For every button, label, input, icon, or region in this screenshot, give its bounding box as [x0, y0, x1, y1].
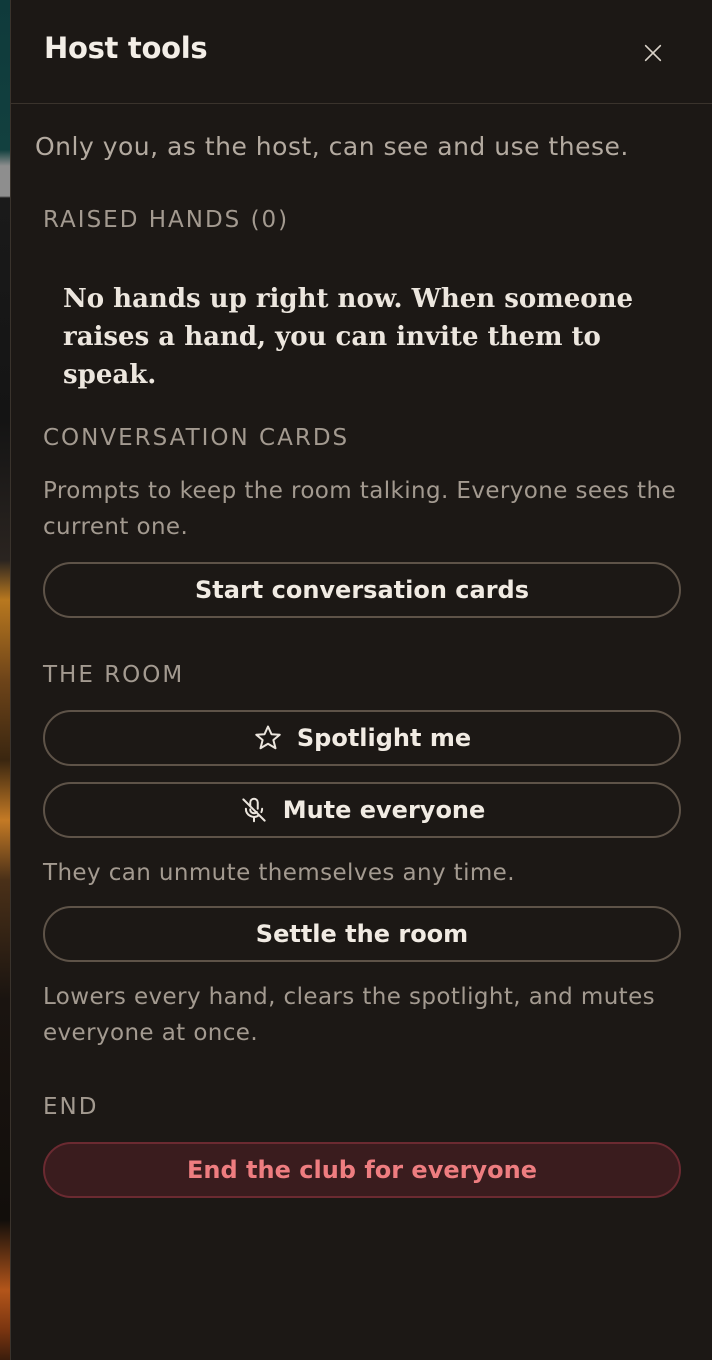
spotlight-me-button[interactable]: Spotlight me: [43, 710, 681, 766]
mute-everyone-label: Mute everyone: [282, 796, 486, 824]
start-conversation-cards-label: Start conversation cards: [194, 576, 529, 604]
raised-hands-heading: RAISED HANDS (0): [43, 207, 290, 233]
mute-note: They can unmute themselves any time.: [43, 860, 515, 886]
start-conversation-cards-button[interactable]: Start conversation cards: [43, 562, 681, 618]
background-page: [0, 0, 10, 1360]
spotlight-me-label: Spotlight me: [296, 724, 472, 752]
close-icon: [644, 44, 662, 62]
raised-hands-empty-state: No hands up right now. When someone rais…: [63, 284, 634, 390]
close-button[interactable]: [633, 33, 673, 73]
end-club-label: End the club for everyone: [187, 1156, 537, 1184]
conversation-cards-description: Prompts to keep the room talking. Everyo…: [43, 478, 676, 540]
settle-the-room-button[interactable]: Settle the room: [43, 906, 681, 962]
star-icon: [255, 725, 281, 750]
host-tools-panel: Host tools Only you, as the host, can se…: [10, 0, 712, 1360]
end-heading: END: [43, 1094, 99, 1120]
mute-everyone-button[interactable]: Mute everyone: [43, 782, 681, 838]
settle-the-room-label: Settle the room: [255, 920, 469, 948]
panel-header: Host tools: [11, 0, 712, 104]
intro-text: Only you, as the host, can see and use t…: [35, 132, 629, 161]
mic-off-icon: [242, 797, 266, 823]
end-club-button[interactable]: End the club for everyone: [43, 1142, 681, 1198]
conversation-cards-heading: CONVERSATION CARDS: [43, 425, 350, 451]
panel-title: Host tools: [44, 31, 208, 65]
settle-note: Lowers every hand, clears the spotlight,…: [43, 984, 656, 1046]
the-room-heading: THE ROOM: [43, 662, 185, 688]
